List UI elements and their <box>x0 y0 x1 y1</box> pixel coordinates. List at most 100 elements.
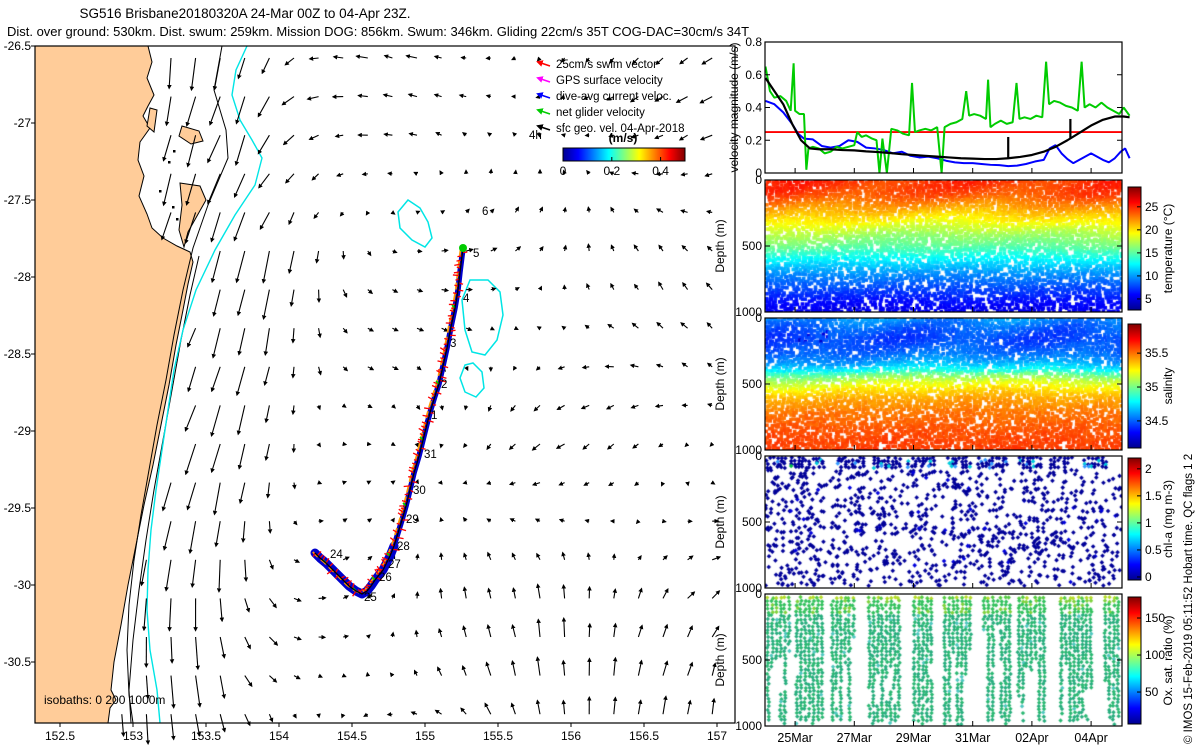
sfc-geo-contour <box>397 199 433 248</box>
current-vector-arrow <box>318 595 327 601</box>
current-vector-arrow <box>415 404 421 410</box>
track-date-label: 1 <box>431 410 437 422</box>
current-vector-arrow <box>461 665 467 676</box>
current-vector-arrow <box>486 624 492 638</box>
depth-axis-label: Depth (m) <box>713 633 727 686</box>
current-vector-arrow <box>317 366 323 376</box>
current-vector-arrow <box>490 247 498 252</box>
current-vector-arrow <box>586 169 591 175</box>
current-vector-arrow <box>535 94 541 99</box>
legend-marker-arrow <box>536 76 551 83</box>
current-vector-arrow <box>562 244 568 252</box>
map-x-tick-label: 156.5 <box>629 729 659 743</box>
current-vector-arrow <box>367 518 373 523</box>
current-vector-arrow <box>195 675 202 708</box>
figure-subtitle: Dist. over ground: 530km. Dist. swum: 25… <box>6 24 750 39</box>
current-vector-arrow <box>511 56 517 61</box>
current-vector-arrow <box>236 405 246 436</box>
colorbar-tick-label: 2 <box>1145 462 1152 476</box>
map-x-tick-label: 156 <box>561 729 581 743</box>
track-date-label: 29 <box>406 514 419 526</box>
current-vector-arrow <box>189 57 197 92</box>
current-vector-arrow <box>511 623 516 638</box>
current-vector-arrow <box>243 559 249 582</box>
depth-tick-label: 1000 <box>735 719 762 733</box>
depth-axis-label: Depth (m) <box>713 357 727 410</box>
colorbar-unit-label: chl-a (mg m-3) <box>1161 480 1175 558</box>
current-vector-arrow <box>680 209 688 214</box>
current-vector-arrow <box>656 321 664 329</box>
current-vector-arrow <box>415 210 421 215</box>
current-vector-arrow <box>439 170 444 176</box>
map-x-tick-label: 154 <box>269 729 289 743</box>
current-vector-arrow <box>413 669 419 676</box>
current-vector-arrow <box>438 587 444 599</box>
current-vector-arrow <box>293 675 301 680</box>
current-vector-arrow <box>241 521 246 543</box>
colorbar-tick-label: 1 <box>1145 516 1152 530</box>
current-vector-arrow <box>433 93 442 98</box>
current-vector-arrow <box>681 362 688 368</box>
date-tick-label: 04Apr <box>1074 731 1107 745</box>
current-vector-arrow <box>219 636 226 659</box>
current-vector-arrow <box>586 206 592 213</box>
current-vector-arrow <box>235 250 246 284</box>
current-vector-arrow <box>440 210 446 215</box>
current-vector-arrow <box>533 404 541 412</box>
current-vector-arrow <box>654 134 664 140</box>
current-vector-arrow <box>288 212 295 226</box>
current-vector-arrow <box>244 598 251 613</box>
colorbar-tick-label: 1.5 <box>1145 489 1162 503</box>
latest-position-dot <box>459 244 467 252</box>
current-vector-arrow <box>244 636 251 650</box>
current-vector-arrow <box>164 559 172 592</box>
current-vector-arrow <box>586 552 592 560</box>
map-colorbar <box>562 147 686 162</box>
velocity-tick-label: 0.4 <box>745 101 762 115</box>
current-vector-arrow <box>631 171 639 176</box>
current-vector-arrow <box>290 366 296 379</box>
legend-entry-label: dive-avg current veloc. <box>556 91 672 103</box>
current-vector-arrow <box>630 404 639 409</box>
current-vector-arrow <box>462 516 468 522</box>
current-vector-arrow <box>441 248 449 253</box>
current-vector-arrow <box>441 287 450 293</box>
current-vector-arrow <box>407 93 418 98</box>
current-vector-arrow <box>342 441 348 447</box>
colorbar-tick-label: 10 <box>1145 269 1159 283</box>
current-vector-arrow <box>293 636 302 641</box>
current-vector-arrow <box>681 244 688 252</box>
current-vector-arrow <box>160 212 172 241</box>
current-vector-arrow <box>290 328 296 344</box>
current-vector-arrow <box>390 480 396 485</box>
track-centerline <box>314 248 464 595</box>
current-vector-arrow <box>244 675 253 688</box>
current-vector-arrow <box>699 96 713 104</box>
colorbar-tick-label: 35.5 <box>1145 346 1169 360</box>
current-vector-arrow <box>332 54 344 60</box>
current-vector-arrow <box>701 57 713 65</box>
current-vector-arrow <box>561 699 566 715</box>
current-vector-arrow <box>261 250 270 284</box>
current-vector-arrow <box>258 173 270 189</box>
current-vector-arrow <box>439 443 444 449</box>
current-vector-arrow <box>654 403 664 409</box>
colorbar-tick-label: 0.5 <box>1145 543 1162 557</box>
current-vector-arrow <box>238 482 246 504</box>
map-x-tick-label: 153.5 <box>191 729 221 743</box>
current-vector-arrow <box>389 672 395 678</box>
current-vector-arrow <box>510 659 516 676</box>
current-vector-arrow <box>185 96 197 127</box>
current-vector-arrow <box>587 622 592 638</box>
current-vector-arrow <box>637 659 644 676</box>
current-vector-arrow <box>341 403 347 408</box>
map-colorbar-title: (m/s) <box>609 131 638 145</box>
current-vector-arrow <box>387 171 393 176</box>
current-vector-arrow <box>610 244 615 252</box>
current-vector-arrow <box>342 327 348 334</box>
current-vector-arrow <box>212 289 221 317</box>
current-vector-arrow <box>392 327 399 332</box>
current-vector-arrow <box>188 521 197 555</box>
glider-track <box>310 244 468 599</box>
map-x-tick-label: 153 <box>123 729 143 743</box>
